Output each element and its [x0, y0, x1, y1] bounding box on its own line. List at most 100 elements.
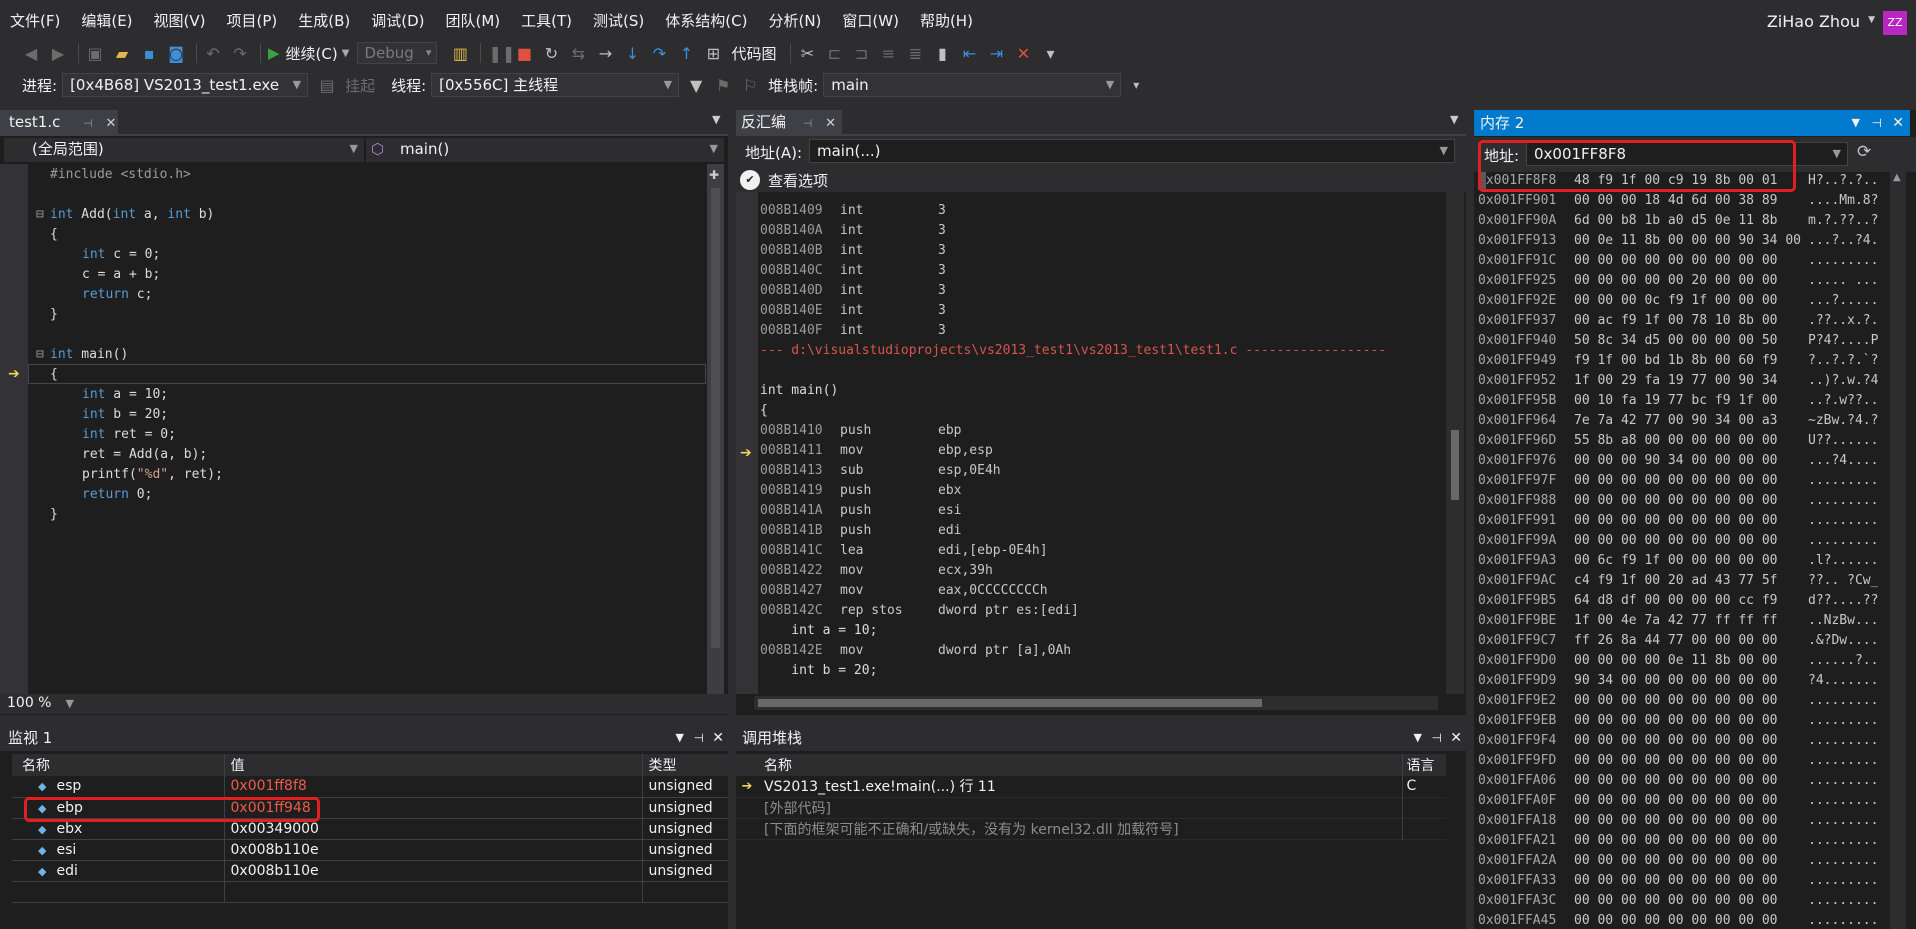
code-line[interactable]: int ret = 0; — [38, 425, 698, 445]
memory-row[interactable]: 0x001FFA33 00 00 00 00 00 00 00 00 00....… — [1478, 871, 1878, 891]
memory-row[interactable]: 0x001FFA3C 00 00 00 00 00 00 00 00 00....… — [1478, 891, 1878, 911]
scroll-up-icon[interactable]: ▲ — [1893, 172, 1901, 183]
filter-icon[interactable]: ▼ — [687, 76, 705, 95]
memory-row[interactable]: 0x001FF913 00 0e 11 8b 00 00 00 90 34 00.… — [1478, 231, 1878, 251]
memory-row[interactable]: 0x001FF9AC c4 f9 1f 00 20 ad 43 77 5f??..… — [1478, 571, 1878, 591]
memory-row[interactable]: 0x001FF988 00 00 00 00 00 00 00 00 00....… — [1478, 491, 1878, 511]
bookmark-icon[interactable]: ▮ — [933, 44, 951, 63]
scrollbar-thumb[interactable] — [758, 699, 1262, 707]
stackframe-select[interactable]: main ▼ — [823, 73, 1122, 97]
menu-item[interactable]: 帮助(H) — [910, 0, 984, 42]
memory-row[interactable]: 0x001FF99A 00 00 00 00 00 00 00 00 00....… — [1478, 531, 1878, 551]
code-line[interactable]: return c; — [38, 285, 698, 305]
menu-item[interactable]: 调试(D) — [361, 0, 435, 42]
callstack-col-name[interactable]: 名称 — [758, 754, 1403, 776]
memory-row[interactable]: 0x001FFA0F 00 00 00 00 00 00 00 00 00....… — [1478, 791, 1878, 811]
menu-item[interactable]: 编辑(E) — [71, 0, 143, 42]
view-options-toggle[interactable]: ✔ 查看选项 — [740, 169, 828, 191]
close-icon[interactable]: ✕ — [106, 116, 117, 131]
disassembly-row[interactable]: --- d:\visualstudioprojects\vs2013_test1… — [760, 341, 1420, 361]
menu-item[interactable]: 分析(N) — [758, 0, 832, 42]
editor-vertical-scrollbar[interactable] — [707, 164, 724, 694]
memory-row[interactable]: 0x001FFA18 00 00 00 00 00 00 00 00 00....… — [1478, 811, 1878, 831]
code-line[interactable]: ret = Add(a, b); — [38, 445, 698, 465]
code-line[interactable]: int a = 10; — [38, 385, 698, 405]
code-line[interactable]: #include <stdio.h> — [38, 165, 698, 185]
disassembly-vertical-scrollbar[interactable] — [1446, 192, 1464, 694]
clear-bookmarks-icon[interactable]: ✕ — [1014, 44, 1032, 63]
suspend-icon[interactable]: ▤ — [318, 76, 336, 95]
memory-row[interactable]: 0x001FF9C7 ff 26 8a 44 77 00 00 00 00 .&?D… — [1478, 631, 1878, 651]
memory-row[interactable]: 0x001FF952 1f 00 29 fa 19 77 00 90 34..)?… — [1478, 371, 1878, 391]
memory-row[interactable]: 0x001FF9D9 90 34 00 00 00 00 00 00 00 ?4..… — [1478, 671, 1878, 691]
watch-empty-cell[interactable] — [12, 881, 225, 902]
outdent-icon[interactable]: ≣ — [906, 44, 924, 63]
memory-row[interactable]: 0x001FF96D 55 8b a8 00 00 00 00 00 00 U??.… — [1478, 431, 1878, 451]
window-position-icon[interactable]: ▼ — [1852, 110, 1860, 136]
memory-row[interactable]: 0x001FFA21 00 00 00 00 00 00 00 00 00....… — [1478, 831, 1878, 851]
watch-value[interactable]: 0x001ff8f8 — [224, 776, 643, 797]
tab-list-dropdown-icon[interactable]: ▼ — [1450, 113, 1458, 126]
callstack-row[interactable]: [外部代码] — [736, 797, 1446, 818]
source-code[interactable]: #include <stdio.h> ⊟ int Add(int a, int b)… — [36, 165, 698, 685]
scrollbar-thumb[interactable] — [1451, 430, 1459, 500]
memory-row[interactable]: 0x001FF95B 00 10 fa 19 77 bc f9 1f 00..?.… — [1478, 391, 1878, 411]
disassembly-row[interactable]: 008B142C rep stos dword ptr es:[edi] — [760, 601, 1420, 621]
callstack-row[interactable]: ➔ VS2013_test1.exe!main(...) 行 11 C — [736, 776, 1446, 797]
memory-vertical-scrollbar[interactable]: ▲ — [1890, 172, 1906, 929]
watch-empty-cell[interactable] — [642, 881, 728, 902]
menu-item[interactable]: 工具(T) — [511, 0, 583, 42]
disassembly-row[interactable]: 008B140E int 3 — [760, 301, 1420, 321]
disassembly-row[interactable]: { — [760, 401, 1420, 421]
flag-off-icon[interactable]: ⚐ — [741, 76, 759, 95]
memory-row[interactable]: 0x001FF92E 00 00 00 0c f9 1f 00 00 00...?… — [1478, 291, 1878, 311]
thread-select[interactable]: [0x556C] 主线程 ▼ — [431, 73, 680, 97]
disassembly-row[interactable]: int main() — [760, 381, 1420, 401]
menu-item[interactable]: 体系结构(C) — [655, 0, 758, 42]
watch-col-value[interactable]: 值 — [224, 754, 643, 776]
memory-row[interactable]: 0x001FFA45 00 00 00 00 00 00 00 00 00....… — [1478, 911, 1878, 929]
code-line[interactable] — [38, 325, 698, 345]
disassembly-horizontal-scrollbar[interactable] — [754, 696, 1438, 710]
memory-row[interactable]: 0x001FF91C 00 00 00 00 00 00 00 00 00....… — [1478, 251, 1878, 271]
stop-icon[interactable]: ■ — [515, 44, 533, 63]
memory-row[interactable]: 0x001FF9BE 1f 00 4e 7a 42 77 ff ff ff ..Nz… — [1478, 611, 1878, 631]
menu-item[interactable]: 窗口(W) — [832, 0, 910, 42]
flag-icon[interactable]: ⚑ — [714, 76, 732, 95]
code-line[interactable]: printf("%d", ret); — [38, 465, 698, 485]
disassembly-row[interactable] — [760, 361, 1420, 381]
format2-icon[interactable]: ⊐ — [852, 44, 870, 63]
code-line[interactable] — [38, 185, 698, 205]
disassembly-row[interactable]: 008B1419 push ebx — [760, 481, 1420, 501]
toolbar-options-icon[interactable]: ▾ — [1041, 44, 1059, 63]
watch-name-cell[interactable]: ◆ esi — [12, 839, 225, 860]
memory-row[interactable]: 0x001FFA2A 00 00 00 00 00 00 00 00 00....… — [1478, 851, 1878, 871]
disassembly-row[interactable]: 008B140C int 3 — [760, 261, 1420, 281]
watch-value[interactable]: 0x008b110e — [224, 860, 643, 881]
show-next-statement-icon[interactable]: ⇆ — [569, 44, 587, 63]
disassembly-row[interactable]: 008B1413 sub esp,0E4h — [760, 461, 1420, 481]
memory-row[interactable]: 0x001FF9EB 00 00 00 00 00 00 00 00 00....… — [1478, 711, 1878, 731]
code-map-button[interactable]: 代码图 — [731, 43, 776, 64]
navigate-back-icon[interactable]: ◀ — [22, 44, 40, 63]
restart-icon[interactable]: ↻ — [542, 44, 560, 63]
code-line[interactable]: return 0; — [38, 485, 698, 505]
step-into-icon[interactable]: ↓ — [623, 44, 641, 63]
step-into-arrow-icon[interactable]: → — [596, 44, 614, 63]
format-icon[interactable]: ⊏ — [825, 44, 843, 63]
watch-empty-row[interactable] — [12, 881, 728, 902]
disassembly-address-input[interactable]: main(...) ▼ — [809, 139, 1455, 163]
disassembly-row[interactable]: 008B140B int 3 — [760, 241, 1420, 261]
attach-icon[interactable]: ▥ — [451, 44, 469, 63]
memory-row[interactable]: 0x001FFA06 00 00 00 00 00 00 00 00 00....… — [1478, 771, 1878, 791]
disassembly-row[interactable]: 008B1411 mov ebp,esp — [760, 441, 1420, 461]
disassembly-row[interactable]: 008B141A push esi — [760, 501, 1420, 521]
disassembly-row[interactable]: int b = 20; — [760, 661, 1420, 681]
fold-icon[interactable]: ⊟ — [36, 205, 44, 225]
redo-icon[interactable]: ↷ — [231, 44, 249, 63]
avatar[interactable]: ZZ — [1883, 11, 1907, 35]
code-line[interactable]: { — [38, 225, 698, 245]
memory-row[interactable]: 0x001FF949 f9 1f 00 bd 1b 8b 00 60 f9?..?… — [1478, 351, 1878, 371]
prev-bookmark-icon[interactable]: ⇤ — [960, 44, 978, 63]
memory-row[interactable]: 0x001FF9D0 00 00 00 00 0e 11 8b 00 00....… — [1478, 651, 1878, 671]
